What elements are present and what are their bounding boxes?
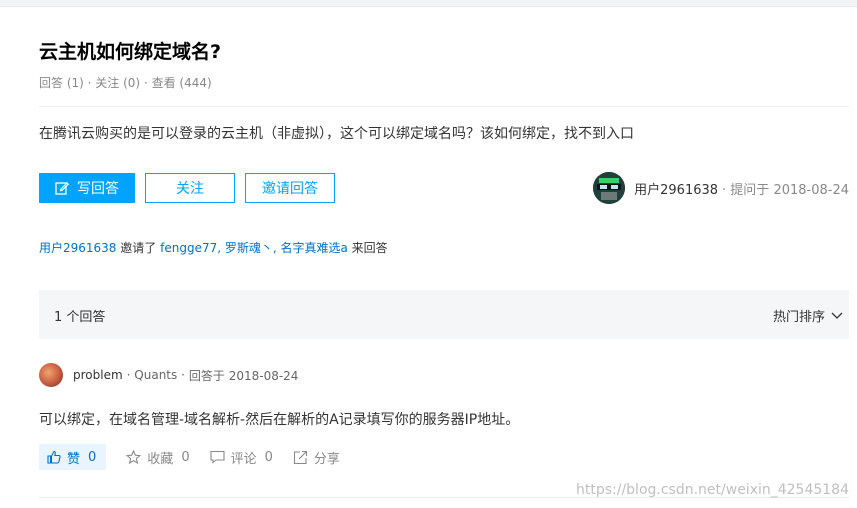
asker-name[interactable]: 用户2961638 xyxy=(634,179,718,198)
follow-button[interactable]: 关注 xyxy=(145,173,235,203)
asked-date: · 提问于 2018-08-24 xyxy=(722,182,849,198)
sort-dropdown[interactable]: 热门排序 xyxy=(773,306,843,325)
divider xyxy=(39,106,849,107)
invite-button[interactable]: 邀请回答 xyxy=(245,173,335,203)
question-meta: 回答 (1) · 关注 (0) · 查看 (444) xyxy=(39,76,212,90)
write-answer-label: 写回答 xyxy=(77,181,119,197)
sort-label: 热门排序 xyxy=(772,310,825,325)
avatar[interactable] xyxy=(39,363,63,387)
watermark: https://blog.csdn.net/weixin_42545184 xyxy=(575,482,849,498)
view-count: 查看 (444) xyxy=(151,76,212,90)
write-answer-button[interactable]: 写回答 xyxy=(39,173,135,203)
comment-icon xyxy=(210,450,225,464)
invite-verb: 邀请了 xyxy=(120,241,157,255)
star-icon xyxy=(126,449,142,464)
invite-suffix: 来回答 xyxy=(351,241,388,255)
collect-button[interactable]: 收藏 0 xyxy=(126,448,190,467)
edit-icon xyxy=(55,181,70,195)
answered-date: 回答于 2018-08-24 xyxy=(188,368,299,383)
like-button[interactable]: 赞 0 xyxy=(39,444,107,470)
avatar[interactable] xyxy=(593,172,626,204)
asker-info: 用户2961638 · 提问于 2018-08-24 xyxy=(593,172,849,204)
answerer-name[interactable]: problem xyxy=(73,368,123,382)
invite-line: 用户2961638 邀请了 fengge77, 罗斯魂丶, 名字真难选a 来回答 xyxy=(39,239,388,256)
collect-count: 0 xyxy=(181,449,190,465)
share-button[interactable]: 分享 xyxy=(293,448,340,467)
share-label: 分享 xyxy=(313,451,340,467)
question-title: 云主机如何绑定域名? xyxy=(39,41,222,63)
chevron-down-icon xyxy=(831,312,843,319)
collect-label: 收藏 xyxy=(147,451,174,467)
comment-button[interactable]: 评论 0 xyxy=(210,448,273,467)
answer-actions: 赞 0 收藏 0 评论 0 分享 xyxy=(39,444,340,470)
invitees-link[interactable]: fengge77, 罗斯魂丶, 名字真难选a xyxy=(160,241,348,255)
inviter-link[interactable]: 用户2961638 xyxy=(39,241,116,255)
comment-count: 0 xyxy=(264,449,273,465)
top-bar xyxy=(0,0,857,7)
like-count: 0 xyxy=(88,449,97,465)
like-label: 赞 xyxy=(67,451,81,467)
answerer-tag: · Quants · xyxy=(126,368,185,382)
answer-count-link[interactable]: 回答 (1) xyxy=(39,76,84,90)
answers-bar: 1 个回答 热门排序 xyxy=(39,290,849,339)
answers-count: 1 个回答 xyxy=(54,310,106,325)
comment-label: 评论 xyxy=(230,451,257,467)
follow-count: 关注 (0) xyxy=(95,76,141,90)
thumbs-up-icon xyxy=(47,450,61,464)
answerer-info: problem · Quants · 回答于 2018-08-24 xyxy=(39,363,298,387)
answer-body: 可以绑定，在域名管理-域名解析-然后在解析的A记录填写你的服务器IP地址。 xyxy=(39,412,520,428)
share-icon xyxy=(293,450,307,464)
question-body: 在腾讯云购买的是可以登录的云主机（非虚拟），这个可以绑定域名吗？该如何绑定，找不… xyxy=(39,126,634,142)
